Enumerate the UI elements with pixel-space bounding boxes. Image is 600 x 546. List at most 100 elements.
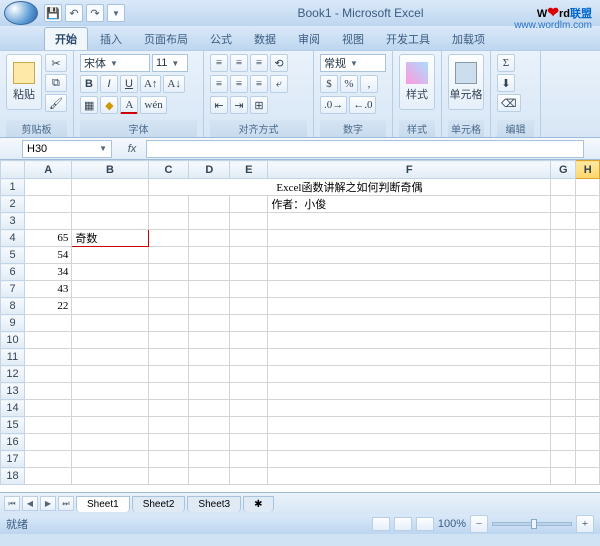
font-color-icon[interactable]: A [120,96,138,114]
row-header[interactable]: 4 [1,230,25,247]
cell[interactable] [72,349,148,366]
normal-view-icon[interactable] [372,517,390,531]
cell[interactable] [576,383,600,400]
cell[interactable] [576,366,600,383]
cell[interactable] [148,417,189,434]
cell[interactable] [148,349,189,366]
align-center-icon[interactable]: ≡ [230,75,248,93]
cell[interactable] [551,230,576,247]
cell[interactable] [189,349,230,366]
paste-button[interactable]: 粘贴 [6,54,42,110]
cell[interactable] [148,332,189,349]
tab-formulas[interactable]: 公式 [200,28,242,50]
row-header[interactable]: 9 [1,315,25,332]
cell[interactable] [148,247,189,264]
cell[interactable] [268,298,551,315]
cell[interactable] [189,451,230,468]
cell[interactable] [72,451,148,468]
cell[interactable] [189,230,230,247]
fill-color-icon[interactable]: ◆ [100,96,118,114]
cell[interactable] [25,315,72,332]
row-header[interactable]: 2 [1,196,25,213]
cell[interactable] [72,213,148,230]
cell[interactable] [189,332,230,349]
cell[interactable] [230,434,268,451]
cell[interactable] [25,417,72,434]
col-header[interactable]: G [551,161,576,179]
row-header[interactable]: 5 [1,247,25,264]
cell[interactable] [189,264,230,281]
col-header[interactable]: A [25,161,72,179]
cell[interactable] [189,468,230,485]
cell[interactable]: 43 [25,281,72,298]
cell[interactable] [551,264,576,281]
cell[interactable] [148,451,189,468]
cell[interactable] [230,196,268,213]
number-format-select[interactable]: 常规▼ [320,54,386,72]
cell[interactable] [551,315,576,332]
cell[interactable] [189,366,230,383]
col-header[interactable]: B [72,161,148,179]
tab-layout[interactable]: 页面布局 [134,28,198,50]
orientation-icon[interactable]: ⟲ [270,54,288,72]
cell[interactable] [230,349,268,366]
row-header[interactable]: 18 [1,468,25,485]
cell[interactable] [72,400,148,417]
cell[interactable] [576,417,600,434]
cell[interactable] [551,281,576,298]
cell[interactable] [148,264,189,281]
cut-icon[interactable]: ✂ [45,54,67,72]
cell[interactable] [268,417,551,434]
row-header[interactable]: 17 [1,451,25,468]
cell[interactable] [576,349,600,366]
page-break-view-icon[interactable] [416,517,434,531]
cell[interactable] [72,383,148,400]
cell[interactable] [189,315,230,332]
styles-button[interactable]: 样式 [399,54,435,110]
sheet-nav-first-icon[interactable]: ⏮ [4,496,20,511]
dec-decimal-icon[interactable]: ←.0 [349,96,376,114]
cell[interactable] [189,281,230,298]
cell[interactable] [268,213,551,230]
row-header[interactable]: 1 [1,179,25,196]
tab-home[interactable]: 开始 [44,27,88,50]
percent-icon[interactable]: % [340,75,358,93]
cell[interactable] [25,179,72,196]
cell[interactable] [189,196,230,213]
cell[interactable] [25,196,72,213]
cell[interactable] [576,213,600,230]
save-icon[interactable]: 💾 [44,4,62,22]
row-header[interactable]: 3 [1,213,25,230]
sheet-tab-active[interactable]: Sheet1 [76,496,130,512]
tab-view[interactable]: 视图 [332,28,374,50]
cell[interactable] [576,434,600,451]
align-middle-icon[interactable]: ≡ [230,54,248,72]
cell[interactable] [230,230,268,247]
cell[interactable] [230,417,268,434]
cell[interactable] [230,315,268,332]
cell[interactable] [551,332,576,349]
cell[interactable] [148,366,189,383]
inc-decimal-icon[interactable]: .0→ [320,96,347,114]
cell[interactable] [148,400,189,417]
cell[interactable] [72,179,148,196]
cell[interactable] [72,332,148,349]
cell[interactable] [268,366,551,383]
cell[interactable] [551,298,576,315]
cell[interactable] [189,247,230,264]
cell[interactable] [25,451,72,468]
align-left-icon[interactable]: ≡ [210,75,228,93]
formula-bar[interactable] [146,140,584,158]
cell[interactable] [189,417,230,434]
cell[interactable] [576,179,600,196]
worksheet-grid[interactable]: A B C D E F G H 1Excel函数讲解之如何判断奇偶2作者：小俊3… [0,160,600,492]
cell[interactable]: 作者：小俊 [268,196,551,213]
cell[interactable] [576,247,600,264]
cell[interactable] [189,383,230,400]
new-sheet-icon[interactable]: ✱ [243,496,273,512]
col-header[interactable]: C [148,161,189,179]
select-all-corner[interactable] [1,161,25,179]
cell[interactable] [189,298,230,315]
sheet-nav-last-icon[interactable]: ⏭ [58,496,74,511]
cell[interactable] [551,451,576,468]
